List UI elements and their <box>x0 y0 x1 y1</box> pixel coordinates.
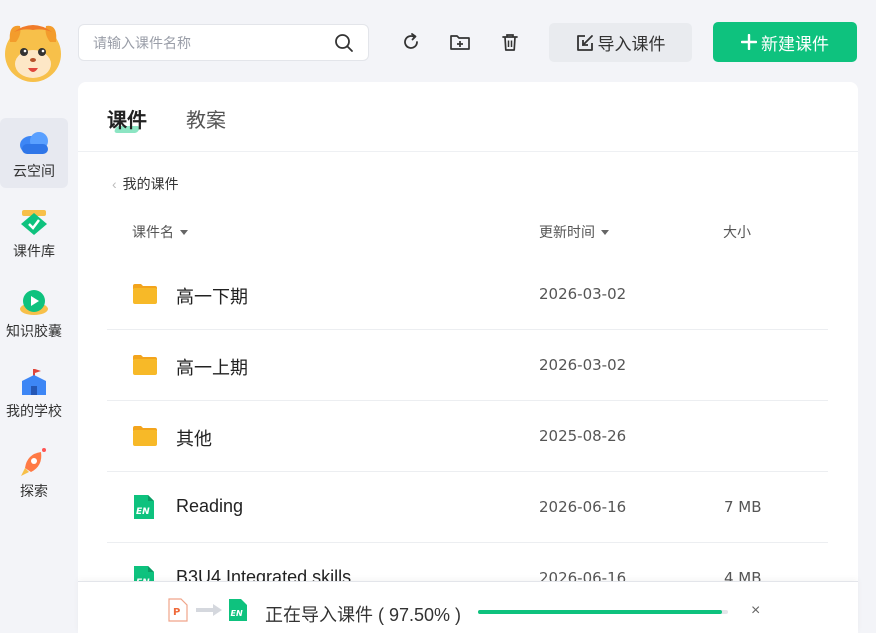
import-progress-bar: P EN 正在导入课件 ( 97.50% ) × <box>78 581 858 633</box>
import-progress-fill <box>478 610 722 614</box>
main-panel: 课件 教案 ‹ 我的课件 课件名 更新时间 大小 高一下期 2026-03-02 <box>78 82 858 633</box>
courseware-library-icon <box>17 205 51 239</box>
column-header-updated-label: 更新时间 <box>539 224 595 240</box>
row-date: 2026-03-02 <box>539 356 627 374</box>
sort-caret-icon <box>180 229 188 235</box>
column-header-name-label: 课件名 <box>132 224 174 240</box>
avatar[interactable] <box>2 18 64 84</box>
breadcrumb[interactable]: ‹ 我的课件 <box>112 174 179 194</box>
nav-label: 课件库 <box>13 243 55 259</box>
sort-caret-icon <box>601 229 609 235</box>
tab-courseware-label: 课件 <box>107 110 147 132</box>
table-row[interactable]: EN Reading 2026-06-16 7 MB <box>107 472 828 543</box>
nav-explore[interactable]: 探索 <box>0 438 68 508</box>
nav-cloud-space[interactable]: 云空间 <box>0 118 68 188</box>
row-name: 其他 <box>176 429 212 449</box>
import-icon <box>576 34 593 51</box>
new-folder-icon <box>450 35 470 50</box>
tab-bar: 课件 教案 <box>78 82 858 152</box>
search-input[interactable] <box>93 33 323 53</box>
table-row[interactable]: 高一下期 2026-03-02 <box>107 259 828 330</box>
table-row[interactable]: 高一上期 2026-03-02 <box>107 330 828 401</box>
delete-button[interactable] <box>498 30 522 54</box>
row-size: 7 MB <box>724 498 762 516</box>
import-courseware-button[interactable]: 导入课件 <box>549 23 692 62</box>
arrow-right-icon <box>196 604 222 616</box>
row-name: 高一下期 <box>176 287 248 307</box>
column-header-size-label: 大小 <box>723 224 751 240</box>
rocket-icon <box>17 445 51 479</box>
plus-icon <box>741 34 757 50</box>
nav-knowledge-capsule[interactable]: 知识胶囊 <box>0 278 68 348</box>
folder-icon <box>133 426 157 446</box>
row-date: 2025-08-26 <box>539 427 627 445</box>
svg-text:EN: EN <box>136 507 150 517</box>
nav-label: 知识胶囊 <box>6 323 62 339</box>
row-date: 2026-06-16 <box>539 498 627 516</box>
import-label: 导入课件 <box>597 35 666 54</box>
tab-courseware[interactable]: 课件 <box>107 104 147 133</box>
svg-text:EN: EN <box>231 609 243 618</box>
school-icon <box>17 365 51 399</box>
left-rail: 云空间 课件库 知识胶囊 我的学校 探索 <box>0 0 68 633</box>
svg-text:P: P <box>173 607 180 618</box>
row-name: 高一上期 <box>176 358 248 378</box>
row-date: 2026-03-02 <box>539 285 627 303</box>
chevron-left-icon: ‹ <box>112 176 117 192</box>
nav-my-school[interactable]: 我的学校 <box>0 358 68 428</box>
tab-lesson-plan-label: 教案 <box>186 110 226 132</box>
folder-icon <box>133 355 157 375</box>
cloud-icon <box>17 125 51 159</box>
folder-icon <box>133 284 157 304</box>
tab-lesson-plan[interactable]: 教案 <box>186 104 226 133</box>
search-icon[interactable] <box>334 33 354 53</box>
breadcrumb-label: 我的课件 <box>122 176 179 192</box>
close-icon[interactable]: × <box>751 602 760 620</box>
new-folder-button[interactable] <box>448 30 472 54</box>
refresh-icon <box>404 33 418 49</box>
ppt-file-icon: P <box>168 598 188 622</box>
new-label: 新建课件 <box>761 34 829 54</box>
refresh-button[interactable] <box>399 30 423 54</box>
knowledge-capsule-icon <box>17 285 51 319</box>
import-progress-track <box>478 610 728 614</box>
table-row[interactable]: 其他 2025-08-26 <box>107 401 828 472</box>
row-name: Reading <box>176 496 244 516</box>
column-header-name[interactable]: 课件名 <box>132 222 188 242</box>
nav-courseware-library[interactable]: 课件库 <box>0 198 68 268</box>
nav-label: 探索 <box>20 483 48 499</box>
search-box <box>78 24 369 61</box>
column-header-size: 大小 <box>723 222 751 242</box>
en-courseware-icon: EN <box>134 495 154 519</box>
en-courseware-icon: EN <box>229 599 247 621</box>
new-courseware-button[interactable]: 新建课件 <box>713 22 857 62</box>
import-progress-text: 正在导入课件 ( 97.50% ) <box>265 605 462 625</box>
column-header-updated[interactable]: 更新时间 <box>539 222 609 242</box>
nav-label: 云空间 <box>13 163 55 179</box>
trash-icon <box>502 34 518 51</box>
table-header: 课件名 更新时间 大小 <box>78 222 858 246</box>
nav-label: 我的学校 <box>6 403 62 419</box>
